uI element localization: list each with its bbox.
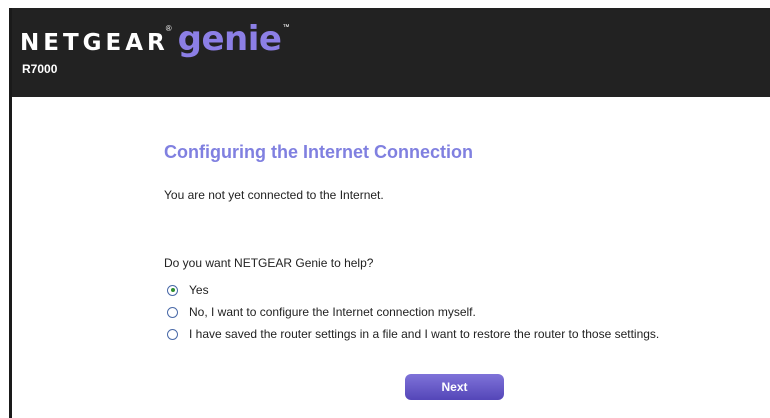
product-name: genie	[177, 19, 282, 59]
router-model: R7000	[22, 62, 58, 76]
option-configure-myself-label: No, I want to configure the Internet con…	[189, 305, 476, 319]
option-yes-label: Yes	[189, 283, 209, 297]
next-button[interactable]: Next	[405, 374, 504, 400]
brand-name: NETGEAR	[20, 30, 169, 56]
help-question: Do you want NETGEAR Genie to help?	[164, 256, 374, 270]
registered-mark: ®	[165, 24, 172, 33]
page-title: Configuring the Internet Connection	[164, 142, 473, 162]
configure-myself-radio[interactable]	[167, 306, 178, 318]
option-restore-settings[interactable]: I have saved the router settings in a fi…	[167, 327, 659, 341]
connection-status-text: You are not yet connected to the Interne…	[164, 188, 384, 202]
header-bar: NETGEAR® genie™ R7000	[12, 8, 770, 97]
app-frame: NETGEAR® genie™ R7000	[9, 8, 770, 418]
yes-radio[interactable]	[167, 284, 178, 296]
option-configure-myself[interactable]: No, I want to configure the Internet con…	[167, 305, 476, 319]
option-yes[interactable]: Yes	[167, 283, 209, 297]
option-restore-settings-label: I have saved the router settings in a fi…	[189, 327, 660, 341]
netgear-genie-logo: NETGEAR® genie™	[20, 22, 289, 56]
restore-settings-radio[interactable]	[167, 328, 178, 340]
trademark-mark: ™	[282, 24, 290, 31]
